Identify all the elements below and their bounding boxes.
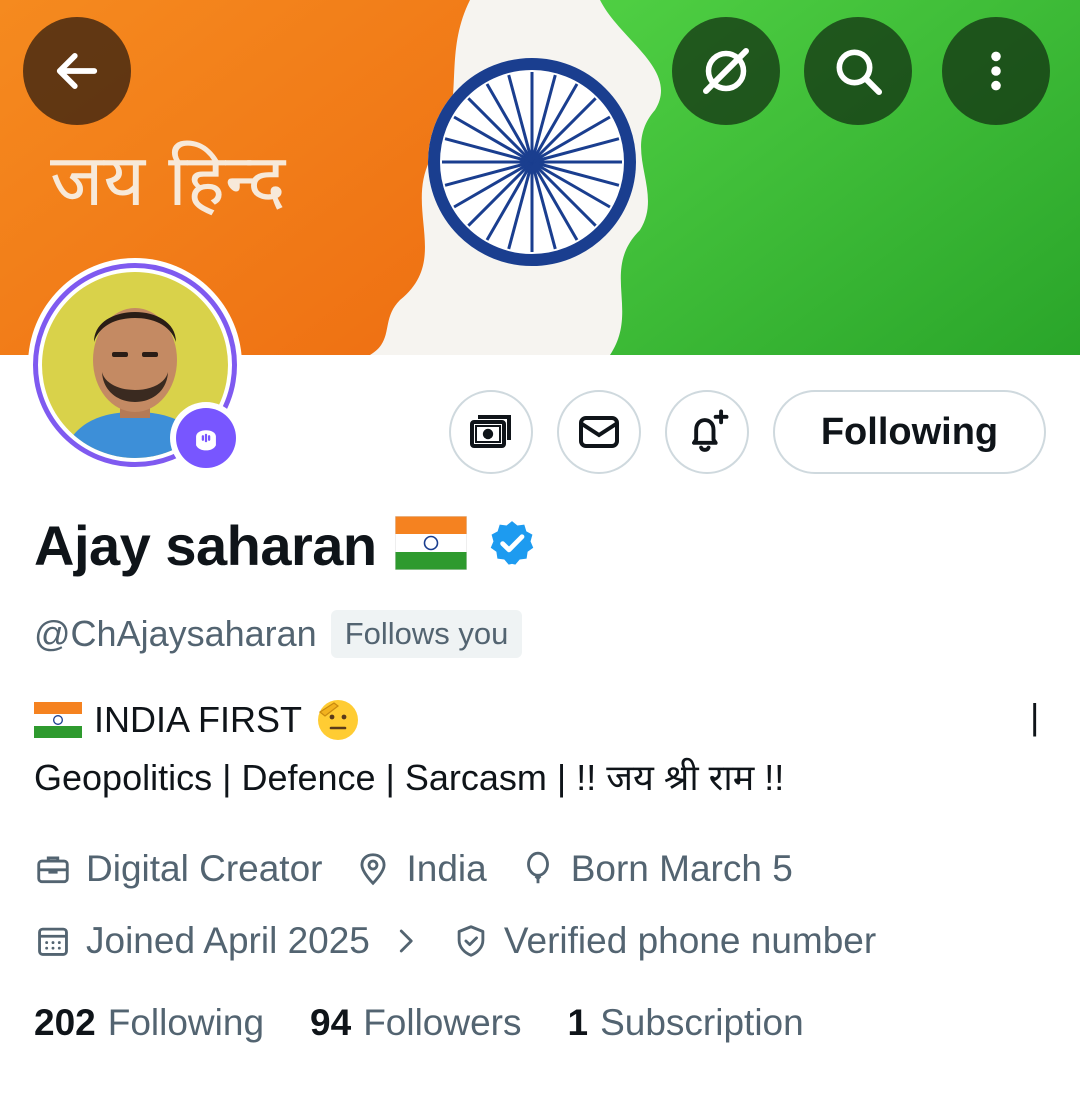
- india-flag-icon: [34, 702, 82, 738]
- spaces-badge-inner: [176, 408, 236, 468]
- profile-meta-row-2: Joined April 2025 Verified phone number: [34, 912, 908, 970]
- bio-line-1: INDIA FIRST |: [34, 692, 1054, 748]
- location-text: India: [406, 848, 487, 889]
- bio-pipe: |: [1030, 696, 1040, 737]
- stats-row: 202 Following 94 Followers 1 Subscription: [34, 1002, 850, 1044]
- profile-meta-row-1: Digital Creator India Born March 5: [34, 840, 825, 898]
- name-row: Ajay saharan: [34, 510, 537, 580]
- back-button[interactable]: [23, 17, 131, 125]
- money-icon: [470, 415, 511, 448]
- arrow-left-icon: [56, 53, 98, 89]
- category-text: Digital Creator: [86, 848, 323, 889]
- display-name: Ajay saharan: [34, 513, 377, 577]
- india-flag-icon: [394, 515, 468, 575]
- handle-row: @ChAjaysaharan Follows you: [34, 606, 523, 662]
- bio: INDIA FIRST | Geopolitics | Defence | Sa…: [34, 692, 1054, 804]
- verified-badge-icon[interactable]: [487, 518, 537, 573]
- location-item: India: [354, 848, 487, 890]
- more-vertical-icon: [991, 51, 1001, 91]
- following-count: 202: [34, 1002, 96, 1043]
- bio-text-1: INDIA FIRST: [94, 699, 303, 740]
- calendar-icon: [34, 922, 72, 960]
- birthday-item: Born March 5: [519, 848, 793, 890]
- subscription-label: Subscription: [600, 1002, 804, 1043]
- followers-stat[interactable]: 94 Followers: [310, 1002, 521, 1044]
- subscription-stat[interactable]: 1 Subscription: [568, 1002, 804, 1044]
- chevron-right-icon: [390, 926, 420, 956]
- location-pin-icon: [354, 850, 392, 888]
- followers-label: Followers: [363, 1002, 522, 1043]
- shield-check-icon: [452, 922, 490, 960]
- microphone-icon: [196, 430, 216, 451]
- username-handle: @ChAjaysaharan: [34, 613, 317, 654]
- followers-count: 94: [310, 1002, 352, 1043]
- tip-button[interactable]: [449, 390, 533, 474]
- search-button[interactable]: [804, 17, 912, 125]
- spaces-badge[interactable]: [170, 402, 242, 474]
- birthday-text: Born March 5: [570, 848, 793, 889]
- banner-text: जय हिन्द: [50, 138, 286, 222]
- grok-button[interactable]: [672, 17, 780, 125]
- search-icon: [836, 49, 883, 96]
- joined-item[interactable]: Joined April 2025: [34, 920, 420, 962]
- saluting-face-icon: [314, 696, 362, 744]
- bell-plus-icon: [692, 409, 729, 452]
- balloon-icon: [519, 850, 557, 888]
- following-label: Following: [107, 1002, 265, 1043]
- follows-you-badge: Follows you: [330, 610, 523, 658]
- verified-phone-text: Verified phone number: [503, 920, 877, 961]
- more-button[interactable]: [942, 17, 1050, 125]
- verified-phone-item: Verified phone number: [452, 920, 876, 962]
- bio-line-2: Geopolitics | Defence | Sarcasm | !! जय …: [34, 756, 785, 798]
- briefcase-icon: [34, 850, 72, 888]
- joined-text: Joined April 2025: [86, 920, 370, 961]
- message-button[interactable]: [557, 390, 641, 474]
- slashed-circle-icon: [703, 48, 749, 94]
- mail-icon: [579, 416, 619, 448]
- notify-button[interactable]: [665, 390, 749, 474]
- subscription-count: 1: [567, 1002, 589, 1043]
- following-button[interactable]: Following: [773, 390, 1046, 474]
- category-item: Digital Creator: [34, 848, 322, 890]
- following-stat[interactable]: 202 Following: [34, 1002, 264, 1044]
